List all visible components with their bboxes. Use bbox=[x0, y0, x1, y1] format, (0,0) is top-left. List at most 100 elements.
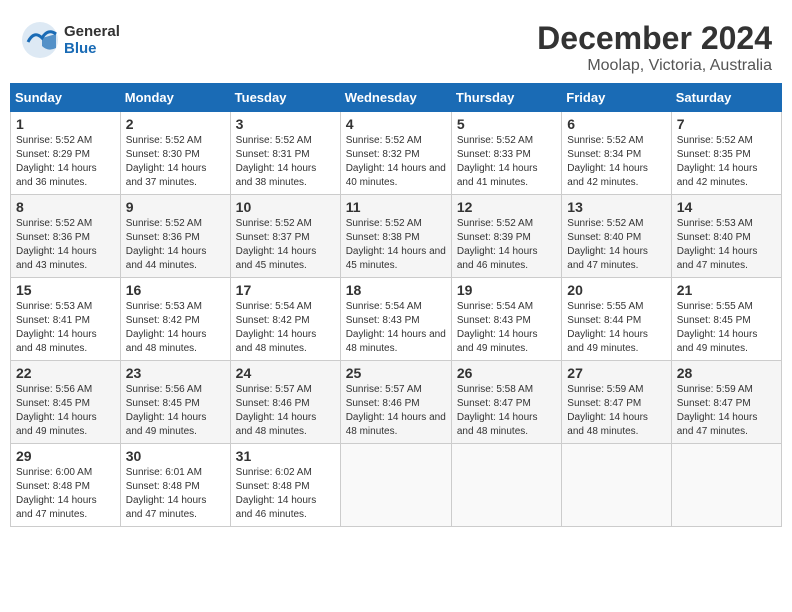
day-detail: Sunrise: 5:54 AMSunset: 8:43 PMDaylight:… bbox=[457, 300, 556, 356]
logo-icon bbox=[20, 20, 60, 60]
subtitle: Moolap, Victoria, Australia bbox=[537, 57, 772, 75]
header-sunday: Sunday bbox=[11, 84, 121, 112]
day-number: 8 bbox=[16, 199, 115, 215]
day-detail: Sunrise: 5:52 AMSunset: 8:32 PMDaylight:… bbox=[346, 134, 446, 190]
logo: General Blue bbox=[20, 20, 120, 60]
day-number: 26 bbox=[457, 365, 556, 381]
day-detail: Sunrise: 5:53 AMSunset: 8:42 PMDaylight:… bbox=[126, 300, 225, 356]
header: General Blue December 2024 Moolap, Victo… bbox=[10, 10, 782, 83]
day-number: 21 bbox=[677, 282, 776, 298]
empty-cell bbox=[340, 444, 451, 527]
header-friday: Friday bbox=[562, 84, 671, 112]
day-detail: Sunrise: 5:55 AMSunset: 8:44 PMDaylight:… bbox=[567, 300, 665, 356]
day-number: 19 bbox=[457, 282, 556, 298]
day-cell: 26 Sunrise: 5:58 AMSunset: 8:47 PMDaylig… bbox=[451, 361, 561, 444]
day-cell: 28 Sunrise: 5:59 AMSunset: 8:47 PMDaylig… bbox=[671, 361, 781, 444]
day-cell: 9 Sunrise: 5:52 AMSunset: 8:36 PMDayligh… bbox=[120, 195, 230, 278]
day-cell: 30 Sunrise: 6:01 AMSunset: 8:48 PMDaylig… bbox=[120, 444, 230, 527]
main-title: December 2024 bbox=[537, 20, 772, 57]
day-detail: Sunrise: 5:52 AMSunset: 8:36 PMDaylight:… bbox=[16, 217, 115, 273]
day-detail: Sunrise: 5:59 AMSunset: 8:47 PMDaylight:… bbox=[567, 383, 665, 439]
day-detail: Sunrise: 6:02 AMSunset: 8:48 PMDaylight:… bbox=[236, 466, 335, 522]
day-detail: Sunrise: 5:52 AMSunset: 8:36 PMDaylight:… bbox=[126, 217, 225, 273]
day-detail: Sunrise: 5:57 AMSunset: 8:46 PMDaylight:… bbox=[236, 383, 335, 439]
day-cell: 18 Sunrise: 5:54 AMSunset: 8:43 PMDaylig… bbox=[340, 278, 451, 361]
day-number: 31 bbox=[236, 448, 335, 464]
day-number: 30 bbox=[126, 448, 225, 464]
day-cell: 16 Sunrise: 5:53 AMSunset: 8:42 PMDaylig… bbox=[120, 278, 230, 361]
empty-cell bbox=[562, 444, 671, 527]
day-cell: 23 Sunrise: 5:56 AMSunset: 8:45 PMDaylig… bbox=[120, 361, 230, 444]
header-thursday: Thursday bbox=[451, 84, 561, 112]
day-detail: Sunrise: 5:52 AMSunset: 8:40 PMDaylight:… bbox=[567, 217, 665, 273]
calendar-table: Sunday Monday Tuesday Wednesday Thursday… bbox=[10, 83, 782, 527]
logo-general-text: General bbox=[64, 23, 120, 40]
day-cell: 31 Sunrise: 6:02 AMSunset: 8:48 PMDaylig… bbox=[230, 444, 340, 527]
day-detail: Sunrise: 5:58 AMSunset: 8:47 PMDaylight:… bbox=[457, 383, 556, 439]
day-number: 3 bbox=[236, 116, 335, 132]
day-number: 4 bbox=[346, 116, 446, 132]
day-cell: 29 Sunrise: 6:00 AMSunset: 8:48 PMDaylig… bbox=[11, 444, 121, 527]
day-detail: Sunrise: 5:54 AMSunset: 8:42 PMDaylight:… bbox=[236, 300, 335, 356]
day-detail: Sunrise: 5:52 AMSunset: 8:33 PMDaylight:… bbox=[457, 134, 556, 190]
empty-cell bbox=[451, 444, 561, 527]
day-number: 2 bbox=[126, 116, 225, 132]
day-detail: Sunrise: 5:56 AMSunset: 8:45 PMDaylight:… bbox=[16, 383, 115, 439]
day-number: 25 bbox=[346, 365, 446, 381]
day-detail: Sunrise: 5:57 AMSunset: 8:46 PMDaylight:… bbox=[346, 383, 446, 439]
day-detail: Sunrise: 5:55 AMSunset: 8:45 PMDaylight:… bbox=[677, 300, 776, 356]
table-row: 8 Sunrise: 5:52 AMSunset: 8:36 PMDayligh… bbox=[11, 195, 782, 278]
day-detail: Sunrise: 5:52 AMSunset: 8:39 PMDaylight:… bbox=[457, 217, 556, 273]
logo-blue-text: Blue bbox=[64, 40, 120, 57]
day-number: 6 bbox=[567, 116, 665, 132]
day-cell: 25 Sunrise: 5:57 AMSunset: 8:46 PMDaylig… bbox=[340, 361, 451, 444]
day-number: 13 bbox=[567, 199, 665, 215]
day-number: 22 bbox=[16, 365, 115, 381]
day-cell: 20 Sunrise: 5:55 AMSunset: 8:44 PMDaylig… bbox=[562, 278, 671, 361]
day-number: 15 bbox=[16, 282, 115, 298]
day-number: 27 bbox=[567, 365, 665, 381]
day-number: 29 bbox=[16, 448, 115, 464]
day-detail: Sunrise: 5:56 AMSunset: 8:45 PMDaylight:… bbox=[126, 383, 225, 439]
day-number: 20 bbox=[567, 282, 665, 298]
day-number: 9 bbox=[126, 199, 225, 215]
day-detail: Sunrise: 6:01 AMSunset: 8:48 PMDaylight:… bbox=[126, 466, 225, 522]
day-cell: 17 Sunrise: 5:54 AMSunset: 8:42 PMDaylig… bbox=[230, 278, 340, 361]
day-cell: 22 Sunrise: 5:56 AMSunset: 8:45 PMDaylig… bbox=[11, 361, 121, 444]
day-cell: 24 Sunrise: 5:57 AMSunset: 8:46 PMDaylig… bbox=[230, 361, 340, 444]
day-cell: 19 Sunrise: 5:54 AMSunset: 8:43 PMDaylig… bbox=[451, 278, 561, 361]
day-cell: 6 Sunrise: 5:52 AMSunset: 8:34 PMDayligh… bbox=[562, 112, 671, 195]
day-number: 1 bbox=[16, 116, 115, 132]
day-detail: Sunrise: 5:52 AMSunset: 8:38 PMDaylight:… bbox=[346, 217, 446, 273]
header-saturday: Saturday bbox=[671, 84, 781, 112]
table-row: 29 Sunrise: 6:00 AMSunset: 8:48 PMDaylig… bbox=[11, 444, 782, 527]
header-wednesday: Wednesday bbox=[340, 84, 451, 112]
day-cell: 8 Sunrise: 5:52 AMSunset: 8:36 PMDayligh… bbox=[11, 195, 121, 278]
day-number: 18 bbox=[346, 282, 446, 298]
day-detail: Sunrise: 6:00 AMSunset: 8:48 PMDaylight:… bbox=[16, 466, 115, 522]
day-cell: 13 Sunrise: 5:52 AMSunset: 8:40 PMDaylig… bbox=[562, 195, 671, 278]
table-row: 15 Sunrise: 5:53 AMSunset: 8:41 PMDaylig… bbox=[11, 278, 782, 361]
day-detail: Sunrise: 5:52 AMSunset: 8:31 PMDaylight:… bbox=[236, 134, 335, 190]
day-cell: 10 Sunrise: 5:52 AMSunset: 8:37 PMDaylig… bbox=[230, 195, 340, 278]
day-cell: 1 Sunrise: 5:52 AMSunset: 8:29 PMDayligh… bbox=[11, 112, 121, 195]
day-cell: 3 Sunrise: 5:52 AMSunset: 8:31 PMDayligh… bbox=[230, 112, 340, 195]
day-number: 16 bbox=[126, 282, 225, 298]
day-detail: Sunrise: 5:59 AMSunset: 8:47 PMDaylight:… bbox=[677, 383, 776, 439]
day-cell: 4 Sunrise: 5:52 AMSunset: 8:32 PMDayligh… bbox=[340, 112, 451, 195]
day-detail: Sunrise: 5:52 AMSunset: 8:35 PMDaylight:… bbox=[677, 134, 776, 190]
title-area: December 2024 Moolap, Victoria, Australi… bbox=[537, 20, 772, 75]
calendar-header-row: Sunday Monday Tuesday Wednesday Thursday… bbox=[11, 84, 782, 112]
empty-cell bbox=[671, 444, 781, 527]
day-cell: 21 Sunrise: 5:55 AMSunset: 8:45 PMDaylig… bbox=[671, 278, 781, 361]
day-cell: 7 Sunrise: 5:52 AMSunset: 8:35 PMDayligh… bbox=[671, 112, 781, 195]
day-number: 28 bbox=[677, 365, 776, 381]
day-number: 10 bbox=[236, 199, 335, 215]
day-detail: Sunrise: 5:52 AMSunset: 8:30 PMDaylight:… bbox=[126, 134, 225, 190]
day-detail: Sunrise: 5:52 AMSunset: 8:37 PMDaylight:… bbox=[236, 217, 335, 273]
day-detail: Sunrise: 5:54 AMSunset: 8:43 PMDaylight:… bbox=[346, 300, 446, 356]
header-monday: Monday bbox=[120, 84, 230, 112]
day-number: 24 bbox=[236, 365, 335, 381]
day-cell: 11 Sunrise: 5:52 AMSunset: 8:38 PMDaylig… bbox=[340, 195, 451, 278]
day-number: 11 bbox=[346, 199, 446, 215]
